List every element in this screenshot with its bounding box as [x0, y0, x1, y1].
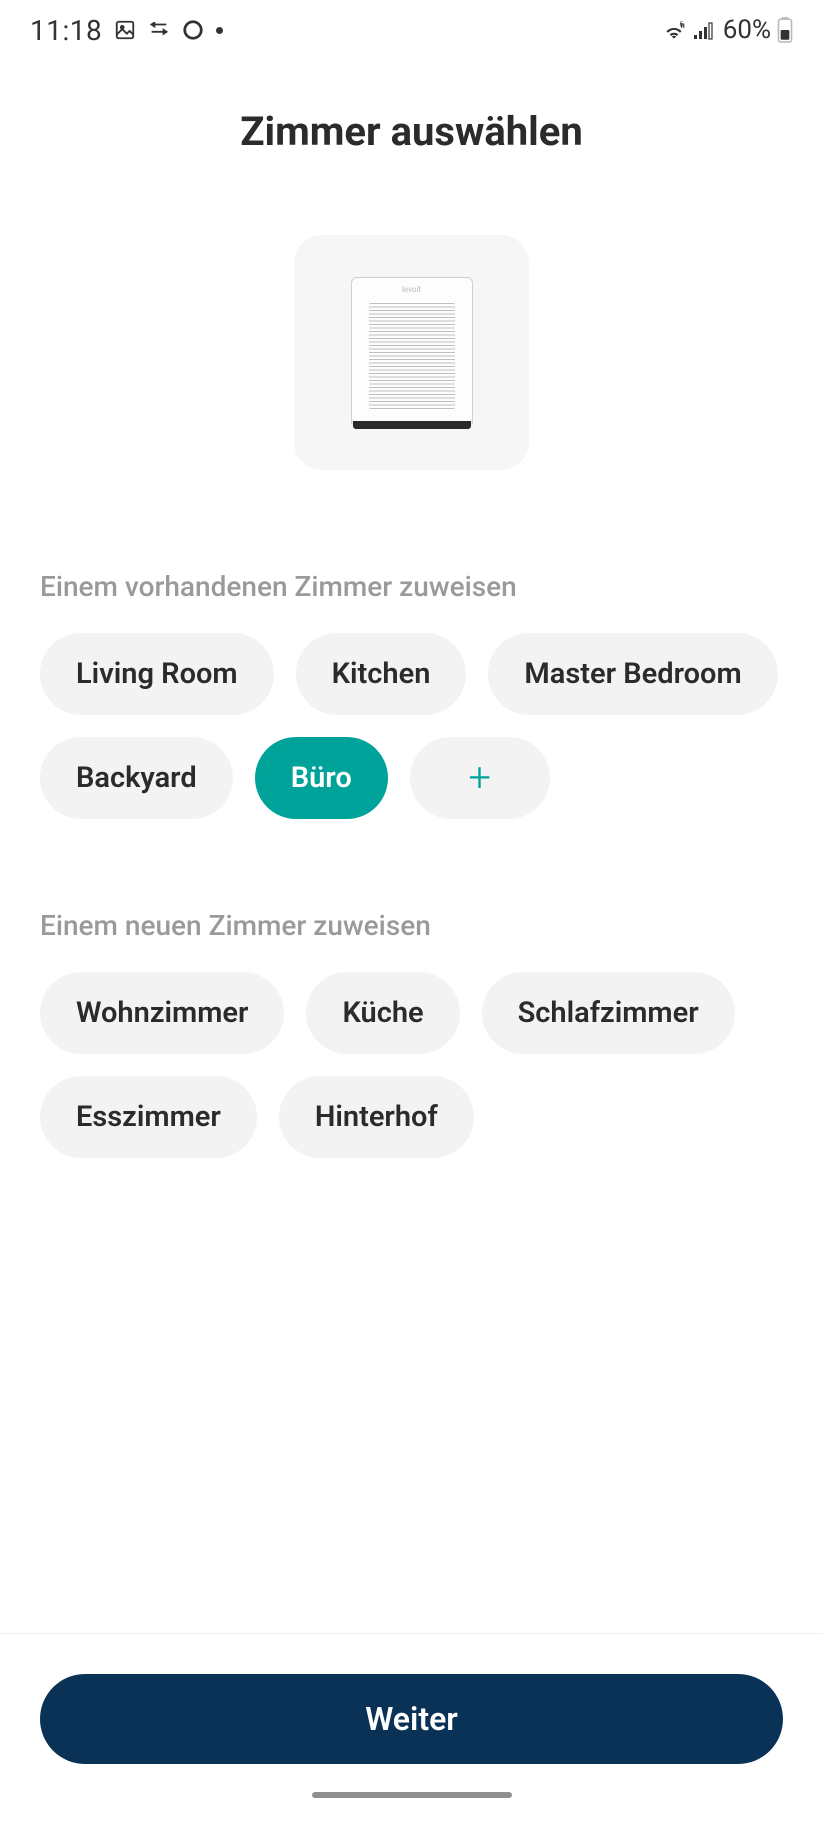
- transfer-icon: [148, 19, 170, 41]
- wifi-icon: 6: [661, 19, 687, 41]
- room-chip-schlafzimmer[interactable]: Schlafzimmer: [482, 972, 735, 1054]
- room-chip-buero[interactable]: Büro: [255, 737, 388, 819]
- existing-rooms-label: Einem vorhandenen Zimmer zuweisen: [40, 570, 783, 603]
- room-chip-kitchen[interactable]: Kitchen: [296, 633, 467, 715]
- new-rooms-list: Wohnzimmer Küche Schlafzimmer Esszimmer …: [40, 972, 783, 1158]
- room-chip-master-bedroom[interactable]: Master Bedroom: [488, 633, 777, 715]
- image-icon: [114, 19, 136, 41]
- room-chip-backyard[interactable]: Backyard: [40, 737, 233, 819]
- battery-text: 60%: [723, 15, 771, 45]
- dot-icon: [216, 27, 223, 34]
- status-left: 11:18: [30, 14, 223, 47]
- circle-icon: [182, 19, 204, 41]
- status-right: 6 60%: [661, 15, 793, 45]
- existing-rooms-list: Living Room Kitchen Master Bedroom Backy…: [40, 633, 783, 819]
- page-title: Zimmer auswählen: [0, 108, 823, 155]
- add-room-button[interactable]: +: [410, 737, 550, 819]
- room-chip-kueche[interactable]: Küche: [306, 972, 459, 1054]
- signal-icon: [693, 20, 717, 40]
- device-image: levoit: [351, 277, 473, 429]
- room-chip-wohnzimmer[interactable]: Wohnzimmer: [40, 972, 284, 1054]
- status-time: 11:18: [30, 14, 102, 47]
- room-chip-living-room[interactable]: Living Room: [40, 633, 274, 715]
- status-bar: 11:18 6 60%: [0, 0, 823, 60]
- battery-icon: [777, 17, 793, 43]
- footer: Weiter: [0, 1633, 823, 1828]
- home-indicator[interactable]: [312, 1792, 512, 1798]
- device-image-card: levoit: [294, 235, 529, 470]
- room-chip-esszimmer[interactable]: Esszimmer: [40, 1076, 257, 1158]
- plus-icon: +: [468, 766, 491, 790]
- room-chip-hinterhof[interactable]: Hinterhof: [279, 1076, 474, 1158]
- new-rooms-label: Einem neuen Zimmer zuweisen: [40, 909, 783, 942]
- continue-button[interactable]: Weiter: [40, 1674, 783, 1764]
